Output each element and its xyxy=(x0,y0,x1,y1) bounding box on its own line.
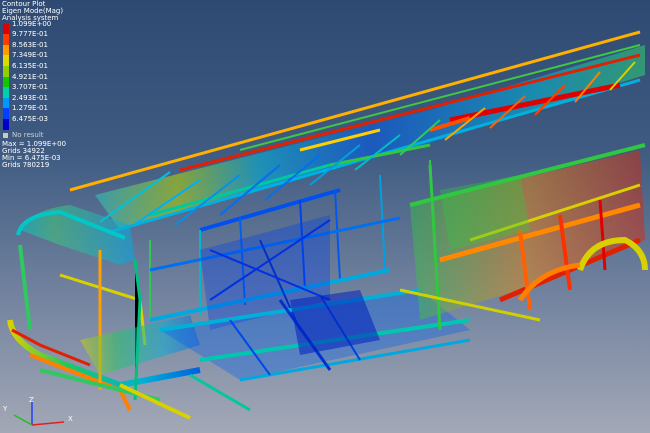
legend-no-result: No result xyxy=(2,130,132,140)
coordinate-triad: Y X Z xyxy=(2,396,73,426)
legend-band-swatch xyxy=(3,76,9,88)
triad-x-axis xyxy=(31,421,65,426)
legend-band-label: 6.135E-01 xyxy=(12,61,48,70)
legend-stats: Max = 1.099E+00 Grids 34922 Min = 6.475E… xyxy=(2,140,132,170)
legend-band-swatch xyxy=(3,118,9,130)
legend-band-label: 4.921E-01 xyxy=(12,72,48,81)
legend-band-label: 3.707E-01 xyxy=(12,83,48,92)
legend-band-swatch xyxy=(3,34,9,45)
underbody-frame xyxy=(119,288,471,420)
legend-band-swatch xyxy=(3,97,9,109)
rear-frame xyxy=(399,143,648,331)
legend-band-swatch xyxy=(3,44,9,56)
triad-z-label: Z xyxy=(29,396,34,404)
triad-y-label: Y xyxy=(2,405,8,413)
legend-band-swatch xyxy=(3,108,9,119)
legend-min-grids: Grids 780219 xyxy=(2,161,50,170)
legend-band-swatch xyxy=(3,23,9,35)
front-frame xyxy=(7,205,201,411)
legend-band-label: 1.099E+00 xyxy=(12,19,52,28)
triad-y-axis xyxy=(13,414,33,426)
legend-band-label: 2.493E-01 xyxy=(12,93,48,102)
legend-band-label: 7.349E-01 xyxy=(12,51,48,60)
contour-legend: Contour Plot Eigen Mode(Mag) Analysis sy… xyxy=(2,0,132,170)
legend-band-label: 8.563E-01 xyxy=(12,40,48,49)
legend-band-label: 9.777E-01 xyxy=(12,30,48,39)
legend-band: 6.475E-03 xyxy=(2,114,132,130)
legend-band-swatch xyxy=(3,55,9,66)
no-result-swatch xyxy=(3,132,8,138)
legend-bands: 1.099E+00 9.777E-01 8.563E-01 7.349E-01 6.13… xyxy=(2,19,132,130)
no-result-label: No result xyxy=(12,130,44,139)
legend-band-swatch xyxy=(3,65,9,77)
legend-band-label: 6.475E-03 xyxy=(12,114,48,123)
triad-x-label: X xyxy=(68,415,73,423)
legend-band-label: 1.279E-01 xyxy=(12,104,48,113)
legend-band-swatch xyxy=(3,87,9,98)
